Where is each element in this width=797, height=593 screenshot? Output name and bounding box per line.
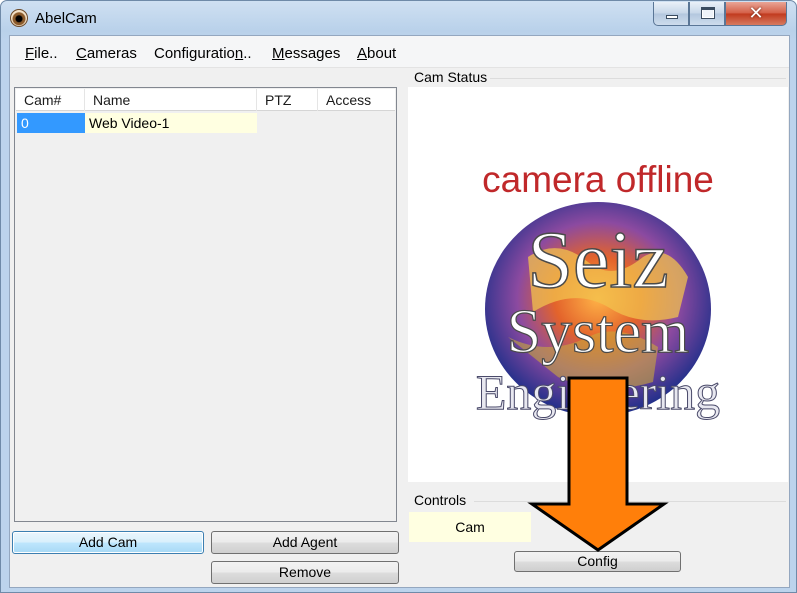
maximize-button[interactable] bbox=[689, 2, 725, 26]
logo-word-system: System bbox=[507, 298, 690, 366]
column-header-access[interactable]: Access bbox=[318, 89, 395, 111]
maximize-icon bbox=[701, 7, 715, 19]
menu-file[interactable]: File.. bbox=[25, 45, 58, 62]
add-agent-button[interactable]: Add Agent bbox=[211, 531, 399, 554]
title-bar[interactable]: AbelCam ✕ bbox=[1, 1, 796, 35]
column-header-name[interactable]: Name bbox=[85, 89, 257, 111]
close-icon: ✕ bbox=[748, 3, 764, 24]
table-row[interactable]: 0 Web Video-1 bbox=[16, 113, 395, 133]
controls-title: Controls bbox=[414, 492, 467, 508]
menu-configuration[interactable]: Configuration.. bbox=[154, 45, 252, 62]
cell-cam-number: 0 bbox=[17, 113, 85, 133]
app-window: AbelCam ✕ File.. Cameras Configuration..… bbox=[0, 0, 797, 593]
menu-about-label: bout bbox=[367, 45, 397, 62]
minimize-button[interactable] bbox=[653, 2, 689, 26]
column-header-cam[interactable]: Cam# bbox=[16, 89, 85, 111]
menu-messages[interactable]: Messages bbox=[272, 45, 340, 62]
window-title: AbelCam bbox=[35, 10, 97, 27]
add-cam-button[interactable]: Add Cam bbox=[12, 531, 204, 554]
cam-status-divider bbox=[490, 78, 786, 79]
minimize-icon bbox=[666, 15, 678, 19]
controls-cam-label: Cam bbox=[409, 512, 531, 542]
menu-messages-label: essages bbox=[284, 45, 341, 62]
menu-cameras-label: ameras bbox=[86, 45, 137, 62]
cell-ptz bbox=[257, 113, 318, 133]
camera-offline-text: camera offline bbox=[482, 159, 714, 200]
remove-button[interactable]: Remove bbox=[211, 561, 399, 584]
menu-file-label: ile.. bbox=[34, 45, 58, 62]
abelcam-eye-icon bbox=[10, 9, 28, 27]
cam-status-title: Cam Status bbox=[414, 69, 488, 85]
menu-about[interactable]: About bbox=[357, 45, 396, 62]
camera-list-header: Cam# Name PTZ Access bbox=[16, 89, 395, 111]
menu-configuration-label: Configuration.. bbox=[154, 45, 252, 62]
menu-cameras[interactable]: Cameras bbox=[76, 45, 137, 62]
cell-camera-name: Web Video-1 bbox=[85, 113, 257, 133]
menu-bar: File.. Cameras Configuration.. Messages … bbox=[10, 36, 789, 68]
column-header-ptz[interactable]: PTZ bbox=[257, 89, 318, 111]
logo-word-seiz: Seiz bbox=[527, 214, 668, 305]
cell-access bbox=[318, 113, 395, 133]
close-button[interactable]: ✕ bbox=[725, 2, 787, 26]
camera-list[interactable]: Cam# Name PTZ Access 0 Web Video-1 bbox=[14, 87, 397, 522]
down-arrow-icon bbox=[527, 376, 669, 552]
client-area: File.. Cameras Configuration.. Messages … bbox=[9, 35, 790, 588]
